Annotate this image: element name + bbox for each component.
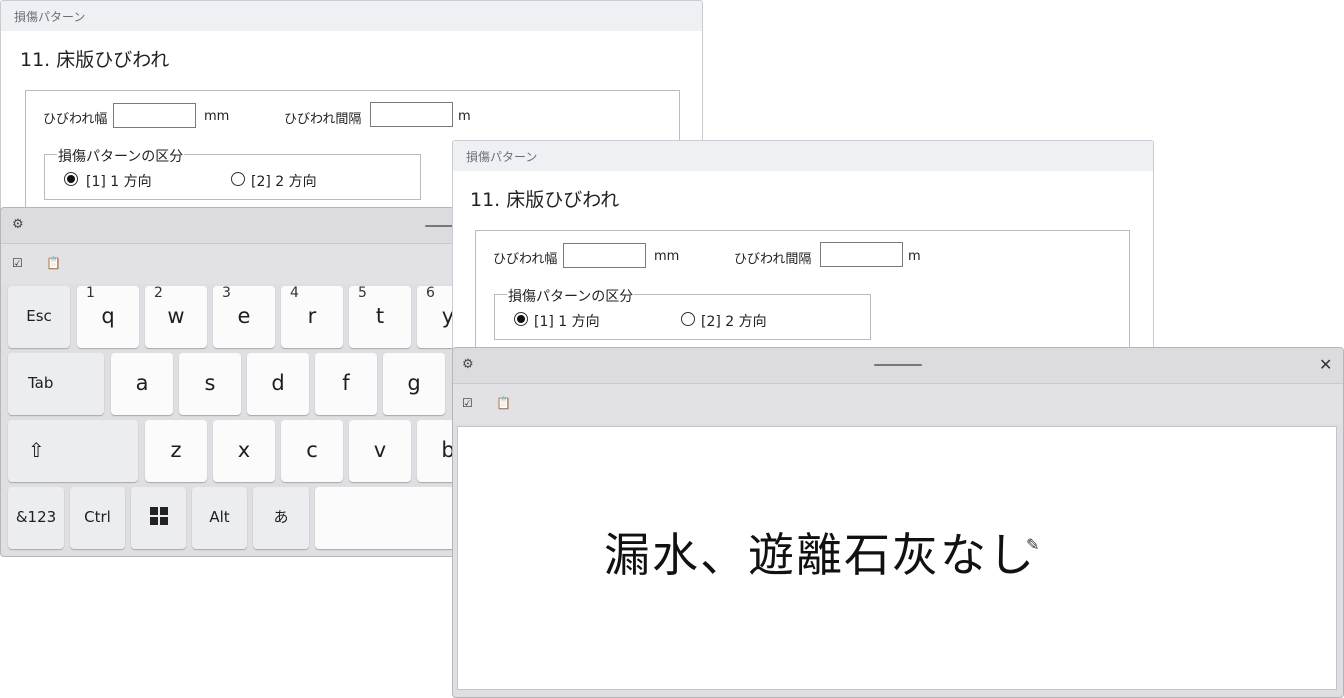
pen-icon: ✎ — [1026, 535, 1040, 554]
crack-width-label: ひびわれ幅 — [493, 252, 558, 267]
keyboard-title-bar[interactable]: ⚙ — [1, 208, 469, 244]
crack-spacing-unit: m — [908, 249, 921, 264]
radio-two-direction[interactable] — [231, 172, 245, 186]
radio-one-direction-label[interactable]: [1] 1 方向 — [86, 171, 152, 191]
handwriting-title-bar[interactable]: ⚙ ✕ — [453, 348, 1343, 384]
key-g[interactable]: g — [383, 353, 445, 415]
handwriting-text: 漏水、遊離石灰なし — [604, 528, 1036, 582]
radio-two-direction[interactable] — [681, 312, 695, 326]
crack-width-input[interactable] — [563, 243, 646, 268]
gear-icon[interactable]: ⚙ — [462, 357, 474, 372]
key-a[interactable]: a — [111, 353, 173, 415]
handwriting-toolbar: ☑ 📋 — [453, 384, 1343, 424]
key-tab[interactable]: Tab — [8, 353, 104, 415]
group-label: 損傷パターンの区分 — [507, 286, 635, 306]
radio-one-direction[interactable] — [64, 172, 78, 186]
handwriting-window: ⚙ ✕ ☑ 📋 漏水、遊離石灰なし ✎ — [452, 347, 1344, 698]
form-frame: ひびわれ幅 mm ひびわれ間隔 m 損傷パターンの区分 [1] 1 方向 [2]… — [475, 230, 1130, 361]
emoji-icon[interactable]: ☑ — [462, 396, 473, 410]
handwriting-canvas[interactable]: 漏水、遊離石灰なし ✎ — [457, 426, 1337, 690]
key-c[interactable]: c — [281, 420, 343, 482]
key-r[interactable]: 4r — [281, 285, 343, 348]
damage-category-group: 損傷パターンの区分 [1] 1 方向 [2] 2 方向 — [494, 286, 871, 340]
crack-spacing-label: ひびわれ間隔 — [284, 112, 362, 127]
key-esc[interactable]: Esc — [8, 286, 70, 348]
close-icon[interactable]: ✕ — [1319, 355, 1332, 374]
radio-two-direction-label[interactable]: [2] 2 方向 — [251, 171, 317, 191]
key-w[interactable]: 2w — [145, 285, 207, 348]
key-f[interactable]: f — [315, 353, 377, 415]
key-windows[interactable] — [131, 487, 186, 549]
key-ctrl[interactable]: Ctrl — [70, 487, 125, 549]
key-space[interactable] — [315, 487, 469, 549]
key-d[interactable]: d — [247, 353, 309, 415]
radio-one-direction-label[interactable]: [1] 1 方向 — [534, 311, 600, 331]
crack-spacing-label: ひびわれ間隔 — [734, 252, 812, 267]
radio-one-direction[interactable] — [514, 312, 528, 326]
key-z[interactable]: z — [145, 420, 207, 482]
damage-category-group: 損傷パターンの区分 [1] 1 方向 [2] 2 方向 — [44, 146, 421, 200]
drag-handle[interactable] — [874, 364, 922, 366]
panel-header: 損傷パターン — [453, 141, 1153, 171]
panel-header: 損傷パターン — [1, 1, 702, 31]
panel-title: 11. 床版ひびわれ — [470, 189, 620, 211]
crack-spacing-input[interactable] — [820, 242, 903, 267]
key-s[interactable]: s — [179, 353, 241, 415]
crack-spacing-unit: m — [458, 109, 471, 124]
key-q[interactable]: 1q — [77, 285, 139, 348]
crack-spacing-input[interactable] — [370, 102, 453, 127]
panel-title: 11. 床版ひびわれ — [20, 49, 170, 71]
clipboard-icon[interactable]: 📋 — [46, 256, 61, 270]
key-shift[interactable]: ⇧ — [8, 420, 138, 482]
clipboard-icon[interactable]: 📋 — [496, 396, 511, 410]
crack-width-unit: mm — [654, 249, 680, 264]
windows-icon — [149, 490, 168, 550]
damage-pattern-panel-front: 損傷パターン 11. 床版ひびわれ ひびわれ幅 mm ひびわれ間隔 m 損傷パタ… — [452, 140, 1154, 362]
key-t[interactable]: 5t — [349, 285, 411, 348]
crack-width-input[interactable] — [113, 103, 196, 128]
key-numbers[interactable]: &123 — [8, 487, 64, 549]
key-x[interactable]: x — [213, 420, 275, 482]
shift-icon: ⇧ — [28, 438, 45, 462]
radio-two-direction-label[interactable]: [2] 2 方向 — [701, 311, 767, 331]
gear-icon[interactable]: ⚙ — [12, 217, 24, 232]
touch-keyboard-window: ⚙ ☑ 📋 Esc 1q 2w 3e 4r 5t 6y Tab a s d f … — [0, 207, 470, 557]
key-e[interactable]: 3e — [213, 285, 275, 348]
key-alt[interactable]: Alt — [192, 487, 247, 549]
crack-width-label: ひびわれ幅 — [43, 112, 108, 127]
group-label: 損傷パターンの区分 — [57, 146, 185, 166]
crack-width-unit: mm — [204, 109, 230, 124]
keyboard-toolbar: ☑ 📋 — [1, 244, 469, 284]
emoji-icon[interactable]: ☑ — [12, 256, 23, 270]
key-ime-hiragana[interactable]: あ — [253, 487, 309, 549]
key-v[interactable]: v — [349, 420, 411, 482]
